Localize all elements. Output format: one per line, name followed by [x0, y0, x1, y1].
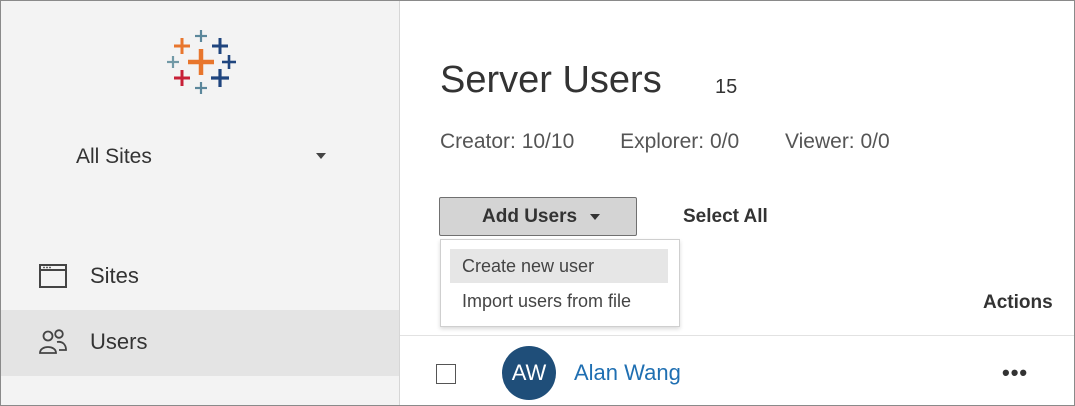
viewer-license-count: Viewer: 0/0 — [785, 130, 890, 153]
app-window: All Sites Sites Users Server Users 15 Cr… — [0, 0, 1075, 406]
explorer-license-count: Explorer: 0/0 — [620, 130, 740, 153]
caret-down-icon — [590, 214, 600, 220]
creator-license-count: Creator: 10/10 — [440, 130, 575, 153]
row-actions-menu-icon[interactable]: ••• — [1002, 361, 1028, 385]
main-content: Server Users 15 Creator: 10/10 Explorer:… — [400, 1, 1074, 405]
column-header-actions: Actions — [983, 292, 1053, 313]
row-checkbox[interactable] — [436, 364, 456, 384]
select-all-button[interactable]: Select All — [683, 203, 768, 231]
chevron-down-icon — [316, 153, 326, 159]
site-selector-label: All Sites — [76, 145, 152, 168]
add-users-label: Add Users — [482, 206, 578, 227]
add-users-button[interactable]: Add Users — [439, 197, 637, 236]
users-group-icon — [39, 329, 67, 354]
sidebar-item-users[interactable]: Users — [1, 310, 399, 376]
sidebar: All Sites Sites Users — [1, 1, 400, 405]
sites-window-icon — [39, 264, 67, 288]
avatar: AW — [502, 346, 556, 400]
tableau-logo — [167, 30, 236, 94]
user-name-link[interactable]: Alan Wang — [574, 358, 681, 388]
sidebar-item-label: Users — [90, 329, 148, 354]
page-title: Server Users — [440, 59, 662, 101]
site-selector[interactable]: All Sites — [76, 143, 336, 171]
sidebar-item-label: Sites — [90, 263, 139, 288]
license-summary: Creator: 10/10 Explorer: 0/0 Viewer: 0/0 — [440, 128, 890, 156]
menu-item-import-users[interactable]: Import users from file — [450, 284, 668, 318]
add-users-menu: Create new user Import users from file — [440, 239, 680, 327]
menu-item-create-new-user[interactable]: Create new user — [450, 249, 668, 283]
user-count-badge: 15 — [715, 76, 738, 98]
sidebar-item-sites[interactable]: Sites — [1, 244, 399, 308]
table-divider — [400, 335, 1074, 336]
